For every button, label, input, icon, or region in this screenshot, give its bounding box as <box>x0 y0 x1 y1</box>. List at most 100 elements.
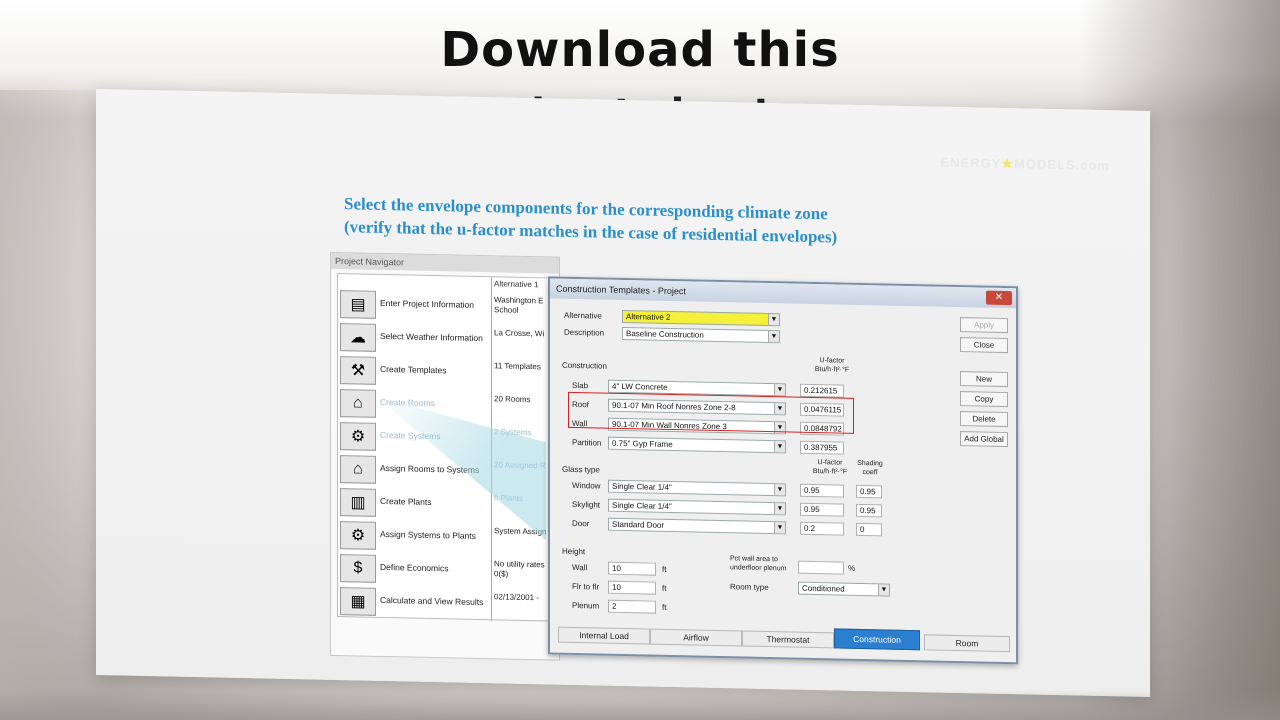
column-header-alternative: Alternative 1 <box>494 279 539 290</box>
height-section-label: Height <box>562 546 586 557</box>
shading-coeff-input[interactable]: 0.95 <box>856 484 882 499</box>
nav-row-label: Create Templates <box>380 363 447 376</box>
construction-value: 0.75" Gyp Frame <box>612 438 673 450</box>
nav-row-value: Washington E School <box>494 295 544 315</box>
tab-room[interactable]: Room <box>924 634 1010 653</box>
assign-systems-icon: ⚙ <box>340 521 376 550</box>
rooms-icon: ⌂ <box>340 389 376 418</box>
glass-select[interactable]: Standard Door ▼ <box>608 517 786 535</box>
construction-ufactor: 0.212615 <box>800 383 844 398</box>
glass-label: Window <box>572 480 601 491</box>
alternative-select[interactable]: Alternative 2 ▼ <box>622 309 780 327</box>
nav-row[interactable]: ⚒ Create Templates 11 Templates <box>338 354 556 391</box>
nav-row-label: Assign Systems to Plants <box>380 528 476 541</box>
chevron-down-icon: ▼ <box>878 584 889 596</box>
chevron-down-icon: ▼ <box>768 314 779 326</box>
new-button[interactable]: New <box>960 371 1008 388</box>
pct-wall-input[interactable] <box>798 560 844 575</box>
assign-rooms-icon: ⌂ <box>340 455 376 484</box>
nav-row[interactable]: $ Define Economics No utility rates 0($) <box>338 552 556 589</box>
description-select[interactable]: Baseline Construction ▼ <box>622 326 780 344</box>
glass-value: Standard Door <box>612 519 665 530</box>
apply-button[interactable]: Apply <box>960 317 1008 334</box>
glass-select[interactable]: Single Clear 1/4" ▼ <box>608 479 786 497</box>
plants-icon: ▥ <box>340 488 376 517</box>
glass-ufactor-header: U-factor Btu/h·ft²·°F <box>812 459 848 476</box>
construction-value: 4" LW Concrete <box>612 381 668 392</box>
height-label: Wall <box>572 562 588 573</box>
pct-unit: % <box>848 563 856 573</box>
nav-row-value: 02/13/2001 - <box>494 592 539 603</box>
highlight-box <box>568 391 854 434</box>
slide-sheet: ENERGY★MODELS.com Select the envelope co… <box>96 88 1150 698</box>
energy-models-logo: ENERGY★MODELS.com <box>940 154 1110 174</box>
chevron-down-icon: ▼ <box>768 331 779 343</box>
height-input[interactable]: 10 <box>608 580 656 595</box>
glass-value: Single Clear 1/4" <box>612 481 672 493</box>
nav-row[interactable]: ☁ Select Weather Information La Crosse, Wi <box>338 321 556 358</box>
glass-ufactor-input[interactable]: 0.95 <box>800 483 844 498</box>
calculator-icon: ▦ <box>340 587 376 616</box>
dialog-close-icon[interactable]: ✕ <box>986 290 1012 306</box>
height-input[interactable]: 10 <box>608 561 656 576</box>
construction-templates-dialog: Construction Templates - Project ✕ Alter… <box>548 276 1018 665</box>
shading-header: Shading coeff <box>857 459 883 477</box>
nav-row-value: 11 Templates <box>494 361 541 372</box>
room-type-select[interactable]: Conditioned ▼ <box>798 581 890 597</box>
glass-select[interactable]: Single Clear 1/4" ▼ <box>608 498 786 516</box>
nav-row-value: La Crosse, Wi <box>494 328 545 339</box>
copy-button[interactable]: Copy <box>960 391 1008 408</box>
height-unit: ft <box>662 583 667 593</box>
shading-coeff-input[interactable]: 0 <box>856 522 882 537</box>
nav-row-label: Select Weather Information <box>380 330 483 344</box>
templates-icon: ⚒ <box>340 356 376 385</box>
bottom-shade <box>0 690 1280 720</box>
height-unit: ft <box>662 564 667 574</box>
construction-label: Partition <box>572 437 602 448</box>
height-label: Flr to flr <box>572 581 600 592</box>
chevron-down-icon: ▼ <box>774 522 785 534</box>
construction-ufactor: 0.387955 <box>800 440 844 455</box>
tab-airflow[interactable]: Airflow <box>650 628 742 647</box>
nav-row-value: 20 Rooms <box>494 394 531 405</box>
description-label: Description <box>564 327 605 338</box>
height-input[interactable]: 2 <box>608 599 656 614</box>
nav-row[interactable]: ▤ Enter Project Information Washington E S… <box>338 288 556 325</box>
nav-row-label: Enter Project Information <box>380 297 475 310</box>
nav-row-label: Calculate and View Results <box>380 594 484 608</box>
nav-row[interactable]: ▦ Calculate and View Results 02/13/2001 - <box>338 585 556 622</box>
tab-construction[interactable]: Construction <box>834 628 920 651</box>
glass-section-label: Glass type <box>562 464 600 475</box>
chevron-down-icon: ▼ <box>774 503 785 515</box>
add-global-button[interactable]: Add Global <box>960 431 1008 448</box>
chevron-down-icon: ▼ <box>774 384 785 396</box>
pct-wall-label: Pct wall area to underfloor plenum <box>730 555 787 573</box>
tab-internal-load[interactable]: Internal Load <box>558 626 650 645</box>
height-unit: ft <box>662 602 667 612</box>
economics-icon: $ <box>340 554 376 583</box>
room-type-label: Room type <box>730 582 769 593</box>
tab-thermostat[interactable]: Thermostat <box>742 630 834 649</box>
glass-label: Door <box>572 518 590 529</box>
glass-ufactor-input[interactable]: 0.2 <box>800 521 844 536</box>
construction-section-label: Construction <box>562 360 607 371</box>
chevron-down-icon: ▼ <box>774 441 785 453</box>
construction-label: Slab <box>572 380 589 391</box>
chevron-down-icon: ▼ <box>774 484 785 496</box>
delete-button[interactable]: Delete <box>960 411 1008 428</box>
ufactor-header: U-factor Btu/h·ft²·°F <box>814 357 850 374</box>
close-button[interactable]: Close <box>960 337 1008 354</box>
glass-label: Skylight <box>572 499 601 510</box>
glass-ufactor-input[interactable]: 0.95 <box>800 502 844 517</box>
systems-icon: ⚙ <box>340 422 376 451</box>
shading-coeff-input[interactable]: 0.95 <box>856 503 882 518</box>
slide-title: Select the envelope components for the c… <box>344 192 944 251</box>
project-navigator-title: Project Navigator <box>331 252 559 274</box>
height-label: Plenum <box>572 600 600 611</box>
construction-select[interactable]: 0.75" Gyp Frame ▼ <box>608 436 786 454</box>
dialog-tabs: Internal Load Airflow Thermostat Constru… <box>554 623 1014 655</box>
dialog-title: Construction Templates - Project <box>550 278 1016 309</box>
nav-row-label: Create Plants <box>380 495 432 507</box>
glass-value: Single Clear 1/4" <box>612 500 672 512</box>
nav-row[interactable]: ⚙ Assign Systems to Plants System Assign <box>338 519 556 556</box>
